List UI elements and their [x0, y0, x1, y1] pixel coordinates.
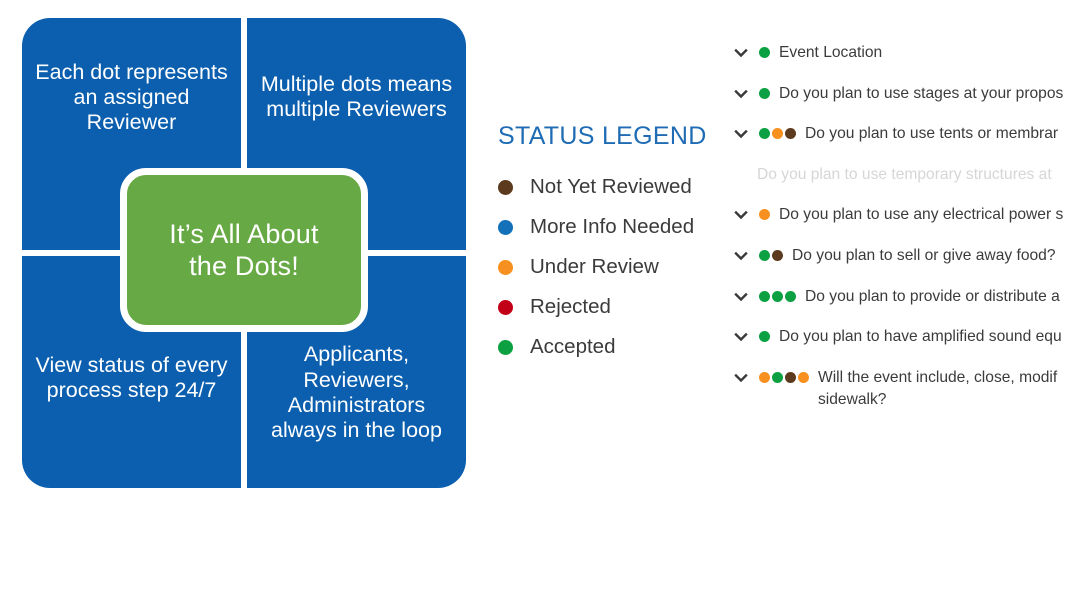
question-label: Do you plan to provide or distribute a: [805, 287, 1060, 305]
legend-item: Accepted: [498, 327, 734, 367]
quadrant-diagram: Each dot represents an assigned Reviewer…: [22, 18, 466, 488]
question-label: Do you plan to sell or give away food?: [792, 247, 1056, 265]
reviewer-dot-icon: [772, 371, 783, 383]
status-legend: STATUS LEGEND Not Yet Reviewed More Info …: [498, 122, 734, 367]
reviewer-dots: [759, 87, 772, 99]
question-label: Do you plan to have amplified sound equ: [779, 328, 1062, 346]
legend-item: Not Yet Reviewed: [498, 167, 734, 207]
legend-item-label: Accepted: [530, 335, 616, 358]
question-row[interactable]: Do you plan to use any electrical power …: [733, 204, 1085, 227]
legend-item-label: Rejected: [530, 295, 611, 318]
chevron-down-icon[interactable]: [733, 126, 749, 144]
status-dot-icon: [498, 339, 513, 355]
question-row[interactable]: Do you plan to use tents or membrar: [733, 123, 1085, 146]
chevron-down-icon[interactable]: [733, 370, 749, 388]
legend-item-label: More Info Needed: [530, 215, 695, 238]
chevron-down-icon[interactable]: [733, 289, 749, 307]
reviewer-dot-icon: [798, 371, 809, 383]
status-dot-icon: [498, 219, 513, 235]
reviewer-dot-icon: [772, 250, 783, 262]
reviewer-dot-icon: [772, 128, 783, 140]
quadrant-top-left-text: Each dot represents an assigned Reviewer: [35, 60, 228, 135]
quadrant-bottom-left-text: View status of every process step 24/7: [35, 352, 228, 402]
reviewer-dots: [759, 209, 772, 221]
question-label: Do you plan to use tents or membrar: [805, 125, 1059, 143]
reviewer-dots: [759, 128, 798, 140]
question-row[interactable]: Do you plan to provide or distribute a: [733, 286, 1085, 309]
chevron-down-icon[interactable]: [733, 329, 749, 347]
reviewer-dot-icon: [759, 290, 770, 302]
reviewer-dots: [759, 331, 772, 343]
legend-item: More Info Needed: [498, 207, 734, 247]
reviewer-dot-icon: [785, 371, 796, 383]
question-row[interactable]: Will the event include, close, modif sid…: [733, 367, 1085, 412]
status-legend-rows: Not Yet Reviewed More Info Needed Under Re…: [498, 167, 734, 367]
question-row-disabled: Do you plan to use temporary structures …: [757, 164, 1085, 187]
reviewer-dots: [759, 250, 785, 262]
chevron-down-icon[interactable]: [733, 86, 749, 104]
reviewer-dot-icon: [759, 47, 770, 58]
status-legend-title: STATUS LEGEND: [498, 122, 707, 150]
reviewer-dot-icon: [759, 371, 770, 383]
question-label: Event Location: [779, 44, 883, 61]
status-dot-icon: [498, 179, 513, 195]
legend-item: Rejected: [498, 287, 734, 327]
question-row[interactable]: Do you plan to have amplified sound equ: [733, 326, 1085, 349]
question-list: Event Location Do you plan to use stages …: [733, 42, 1085, 430]
reviewer-dots: [759, 47, 772, 58]
center-callout: It’s All About the Dots!: [120, 168, 368, 332]
reviewer-dot-icon: [772, 290, 783, 302]
reviewer-dot-icon: [759, 128, 770, 140]
question-label: Will the event include, close, modif sid…: [818, 368, 1058, 409]
question-label: Do you plan to use temporary structures …: [757, 165, 1057, 183]
legend-item-label: Not Yet Reviewed: [530, 175, 692, 198]
reviewer-dot-icon: [759, 250, 770, 262]
question-row[interactable]: Do you plan to use stages at your propos: [733, 83, 1085, 106]
reviewer-dot-icon: [759, 87, 770, 99]
quadrant-top-right-text: Multiple dots means multiple Reviewers: [260, 72, 453, 122]
quadrant-bottom-right-text: Applicants, Reviewers, Administrators al…: [271, 342, 442, 442]
legend-item: Under Review: [498, 247, 734, 287]
question-row[interactable]: Event Location: [733, 42, 1085, 65]
reviewer-dot-icon: [785, 128, 796, 140]
status-dot-icon: [498, 299, 513, 315]
center-callout-text: It’s All About the Dots!: [169, 218, 319, 281]
legend-item-label: Under Review: [530, 255, 659, 278]
reviewer-dots: [759, 371, 811, 383]
chevron-down-icon[interactable]: [733, 207, 749, 225]
chevron-down-icon[interactable]: [733, 45, 749, 63]
question-row[interactable]: Do you plan to sell or give away food?: [733, 245, 1085, 268]
chevron-down-icon[interactable]: [733, 248, 749, 266]
reviewer-dots: [759, 290, 798, 302]
question-label: Do you plan to use any electrical power …: [779, 206, 1064, 224]
reviewer-dot-icon: [759, 209, 770, 221]
reviewer-dot-icon: [759, 331, 770, 343]
status-dot-icon: [498, 259, 513, 275]
reviewer-dot-icon: [785, 290, 796, 302]
question-label: Do you plan to use stages at your propos: [779, 84, 1064, 102]
